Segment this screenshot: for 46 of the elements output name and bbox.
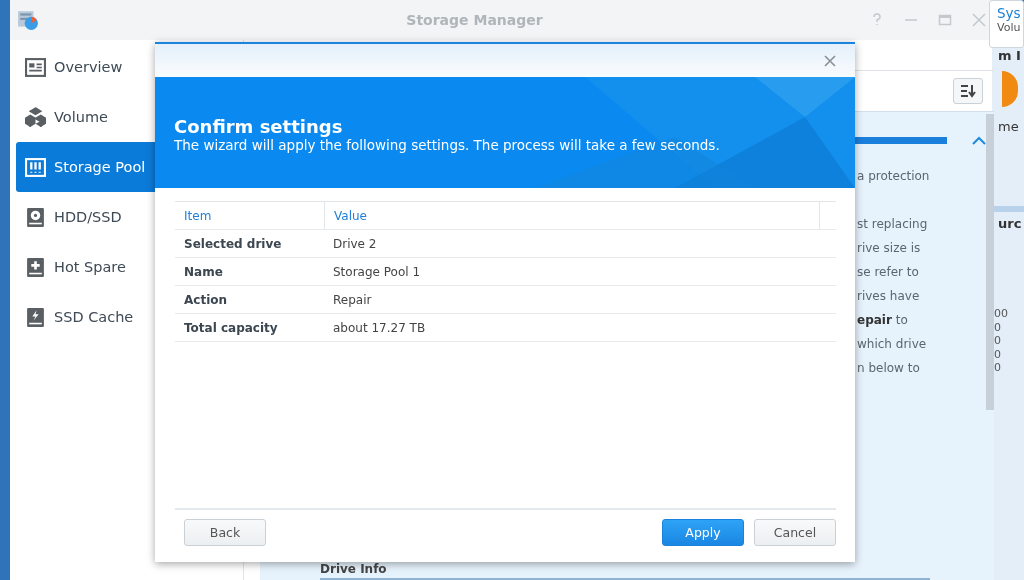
table-cell-text: Drive 2 [332, 236, 378, 251]
notification-title: Sys [997, 5, 1022, 21]
table-cell-text: about 17.27 TB [332, 320, 427, 335]
table-cell-text: Repair [332, 292, 373, 307]
table-cell-text: Name [183, 264, 224, 279]
widget-text: m I [997, 48, 1022, 63]
table-cell-text: Selected drive [183, 236, 283, 251]
paragraph-text: epair to [857, 312, 909, 329]
axis-label: 00 [994, 307, 1009, 321]
paragraph-text: which drive [857, 336, 928, 353]
maximize-icon[interactable] [938, 13, 952, 27]
paragraph-text: n below to [857, 360, 921, 377]
scrollbar[interactable] [986, 114, 994, 410]
dialog-title: Confirm settings [174, 116, 344, 137]
notification-text: Volu [997, 21, 1022, 34]
paragraph-text: st replacing [857, 216, 929, 233]
notification-card[interactable]: Sys Volu [989, 0, 1024, 48]
column-header[interactable]: Item [175, 202, 324, 229]
paragraph-text: a protection [857, 168, 931, 185]
axis-label: 0 [994, 347, 1002, 361]
cubes-icon [25, 106, 46, 128]
axis-label: 0 [994, 361, 1002, 375]
table-cell-text: Action [183, 292, 229, 307]
axis-label: 0 [994, 320, 1002, 334]
widget-text: me [997, 119, 1020, 134]
paragraph-text: rives have [857, 288, 921, 305]
overview-icon [25, 56, 46, 78]
cancel-button[interactable]: Cancel [754, 518, 836, 546]
paragraph-text: rive size is [857, 240, 922, 257]
window-title: Storage Manager [405, 12, 544, 28]
close-icon[interactable] [824, 54, 836, 67]
help-icon[interactable] [870, 13, 884, 27]
axis-label: 0 [994, 334, 1002, 348]
table-cell-text: Storage Pool 1 [332, 264, 422, 279]
sort-button[interactable] [953, 78, 983, 104]
drive-bays-icon [25, 156, 46, 178]
close-icon[interactable] [972, 13, 986, 27]
app-icon [17, 9, 39, 31]
table-cell-text: Total capacity [183, 320, 279, 335]
sidebar-item[interactable]: Overview [16, 42, 243, 92]
paragraph-text: se refer to [857, 264, 920, 281]
widget-text: urc [997, 216, 1023, 231]
back-button[interactable]: Back [184, 518, 266, 546]
collapse-caret-icon[interactable] [972, 135, 986, 145]
column-header[interactable]: Value [324, 202, 819, 229]
sort-icon [960, 84, 976, 98]
